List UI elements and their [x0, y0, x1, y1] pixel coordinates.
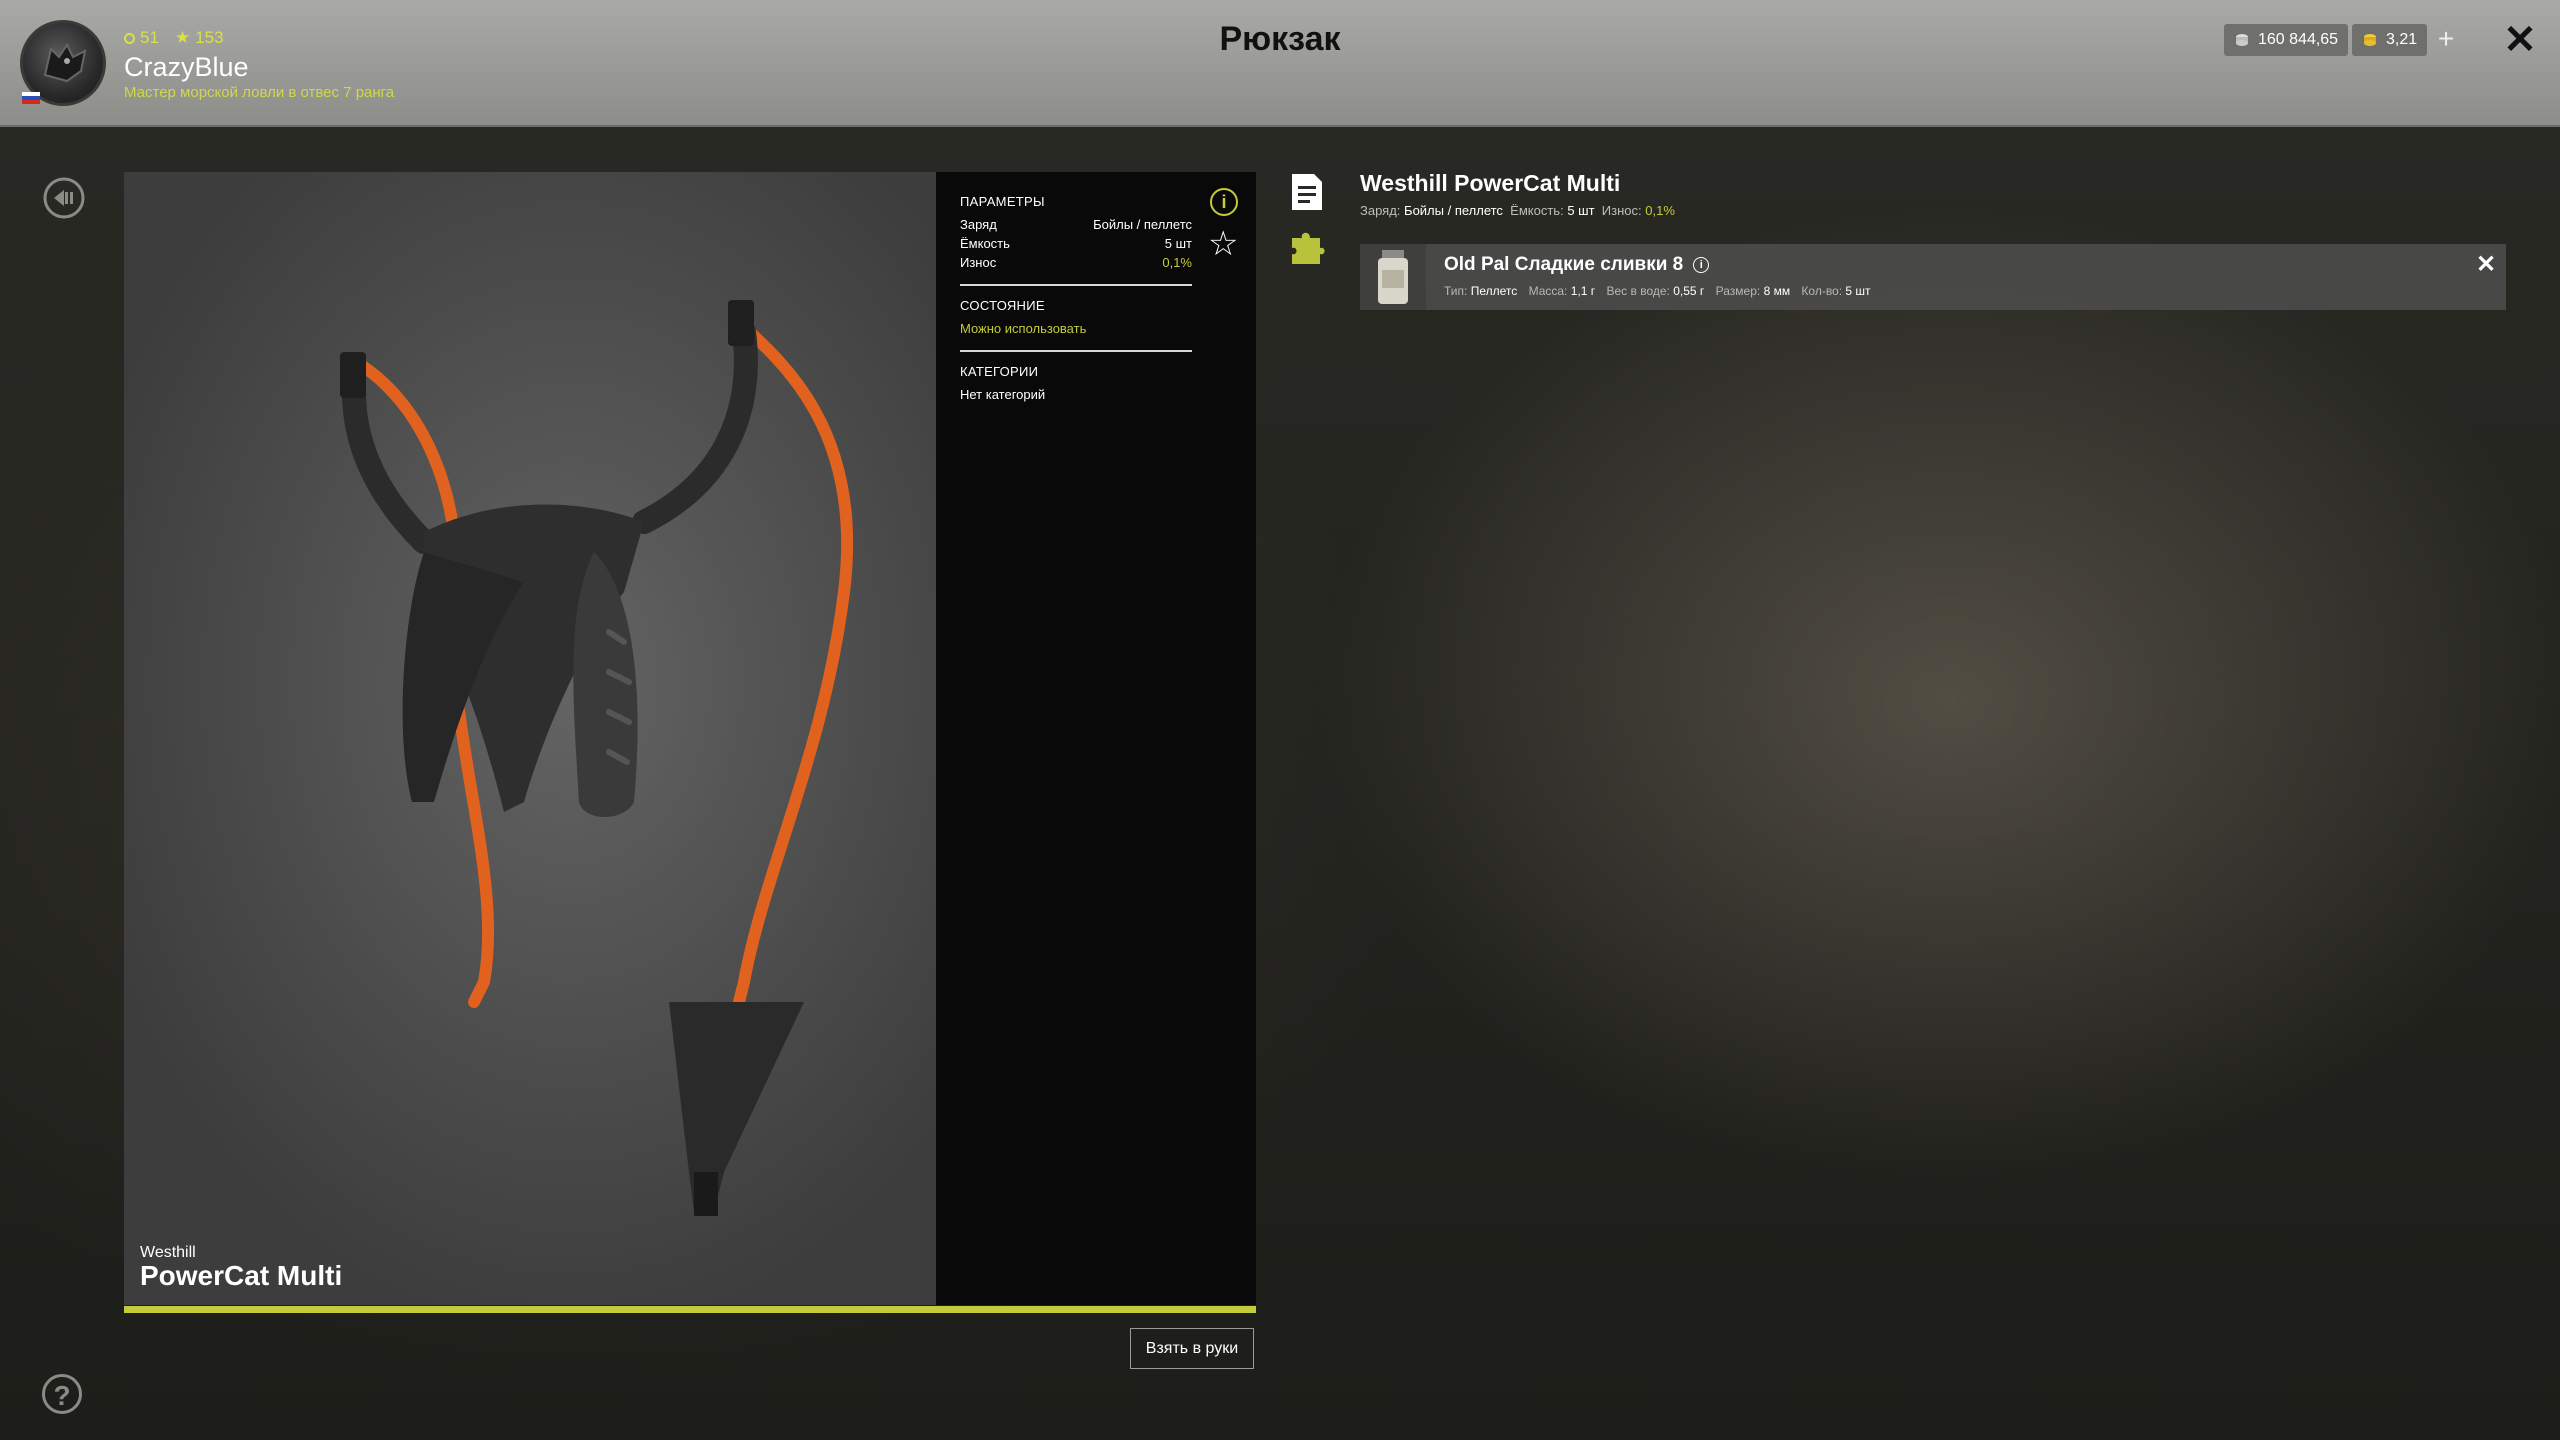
bait-type-value: Пеллетс [1470, 284, 1518, 298]
top-bar: 51 ★ 153 CrazyBlue Мастер морской ловли … [0, 0, 2560, 127]
param-row: Ёмкость 5 шт [960, 234, 1192, 253]
bait-water-label: Вес в воде: [1606, 284, 1670, 298]
bait-type-label: Тип: [1444, 284, 1468, 298]
categories-row: Нет категорий [960, 385, 1192, 404]
item-summary: Заряд: Бойлы / пеллетс Ёмкость: 5 шт Изн… [1360, 203, 1675, 218]
parameters-panel: i ☆ ПАРАМЕТРЫ Заряд Бойлы / пеллетс Ёмко… [936, 172, 1256, 1305]
bait-water-value: 0,55 г [1673, 284, 1705, 298]
param-label: Ёмкость [960, 236, 1010, 251]
rank-points-stat: ★ 153 [175, 28, 224, 48]
gold-balance[interactable]: 3,21 [2352, 24, 2428, 56]
level-stat: 51 [124, 28, 159, 48]
item-title: Westhill PowerCat Multi [1360, 170, 1621, 196]
bait-qty-value: 5 шт [1845, 284, 1871, 298]
categories-value: Нет категорий [960, 387, 1046, 402]
page-title: Рюкзак [1219, 20, 1341, 58]
puzzle-icon-shape [1292, 232, 1325, 264]
charge-label: Заряд: [1360, 203, 1401, 218]
info-icon[interactable]: i [1693, 257, 1710, 273]
bait-slot[interactable]: Old Pal Сладкие сливки 8 i Тип: Пеллетс … [1360, 244, 2506, 310]
help-button[interactable]: ? [42, 1374, 82, 1414]
puzzle-icon[interactable] [1288, 226, 1328, 266]
bait-name: Old Pal Сладкие сливки 8 i [1444, 254, 1710, 276]
gold-value: 3,21 [2386, 31, 2418, 48]
profile-stats: 51 ★ 153 [124, 28, 224, 48]
rank-title: Мастер морской ловли в отвес 7 ранга [124, 84, 395, 101]
param-row: Износ 0,1% [960, 253, 1192, 272]
level-value: 51 [140, 28, 159, 47]
silver-value: 160 844,65 [2258, 31, 2339, 48]
back-icon [43, 177, 85, 219]
param-label: Заряд [960, 217, 997, 232]
wear-label: Износ: [1601, 203, 1642, 218]
remove-bait-button[interactable]: ✕ [2476, 250, 2496, 279]
bait-qty-label: Кол-во: [1801, 284, 1843, 298]
slingshot-image [340, 300, 854, 1216]
gold-coin-icon [2364, 34, 2376, 46]
silver-balance[interactable]: 160 844,65 [2224, 24, 2349, 56]
divider [960, 350, 1192, 352]
add-currency-button[interactable]: + [2430, 24, 2462, 56]
document-icon[interactable] [1290, 172, 1324, 212]
bait-thumbnail [1360, 244, 1426, 310]
categories-section: КАТЕГОРИИ Нет категорий [960, 364, 1192, 404]
bait-size-label: Размер: [1715, 284, 1761, 298]
bait-jar-icon [1378, 250, 1408, 304]
level-ring-icon [124, 32, 135, 44]
item-model: PowerCat Multi [140, 1260, 343, 1291]
silver-coin-icon [2236, 34, 2248, 46]
bait-details: Тип: Пеллетс Масса: 1,1 г Вес в воде: 0,… [1444, 284, 1879, 298]
bait-mass-value: 1,1 г [1570, 284, 1596, 298]
divider [960, 284, 1192, 286]
status-section: СОСТОЯНИЕ Можно использовать [960, 298, 1192, 338]
info-icon[interactable]: i [1210, 188, 1238, 216]
charge-value: Бойлы / пеллетс [1404, 203, 1503, 218]
document-icon-shape [1292, 174, 1322, 210]
bait-name-text: Old Pal Сладкие сливки 8 [1444, 254, 1684, 275]
parameters-section: ПАРАМЕТРЫ Заряд Бойлы / пеллетс Ёмкость … [960, 194, 1192, 272]
bait-size-value: 8 мм [1763, 284, 1791, 298]
rank-star-icon: ★ [174, 28, 191, 47]
close-button[interactable]: ✕ [2500, 20, 2540, 60]
param-row: Заряд Бойлы / пеллетс [960, 215, 1192, 234]
username: CrazyBlue [124, 52, 249, 82]
accent-bar [124, 1306, 1256, 1313]
categories-heading: КАТЕГОРИИ [960, 364, 1039, 379]
wolf-emblem-icon [43, 43, 87, 83]
status-heading: СОСТОЯНИЕ [960, 298, 1045, 313]
param-value: 5 шт [1164, 236, 1192, 251]
star-icon[interactable]: ☆ [1208, 227, 1238, 261]
capacity-label: Ёмкость: [1510, 203, 1564, 218]
back-button[interactable] [42, 176, 86, 220]
status-row: Можно использовать [960, 319, 1192, 338]
rank-points-value: 153 [195, 28, 224, 47]
bait-mass-label: Масса: [1528, 284, 1568, 298]
param-value: 0,1% [1162, 255, 1192, 270]
status-value: Можно использовать [960, 321, 1087, 336]
capacity-value: 5 шт [1567, 203, 1595, 218]
country-flag-icon [22, 92, 40, 104]
parameters-heading: ПАРАМЕТРЫ [960, 194, 1045, 209]
take-in-hands-button[interactable]: Взять в руки [1130, 1328, 1254, 1369]
wear-value: 0,1% [1645, 203, 1675, 218]
param-value: Бойлы / пеллетс [1093, 217, 1192, 232]
param-label: Износ [960, 255, 997, 270]
item-preview[interactable]: Westhill PowerCat Multi [124, 172, 936, 1305]
